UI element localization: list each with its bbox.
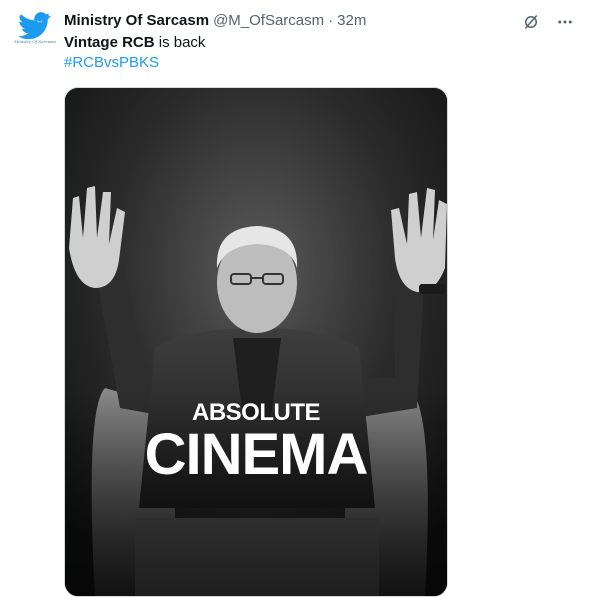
bird-logo-icon: MoS [18, 12, 52, 40]
caption-cinema: CINEMA [144, 422, 369, 487]
grok-icon [525, 15, 537, 29]
tweet-text: Vintage RCB is back [64, 32, 577, 53]
avatar[interactable]: MoS Ministry Of Sarcasm [12, 10, 58, 56]
tweet-header: Ministry Of Sarcasm @M_OfSarcasm · 32m [64, 10, 577, 32]
wristwatch [419, 284, 445, 294]
tweet-content: Ministry Of Sarcasm @M_OfSarcasm · 32m V… [64, 10, 577, 73]
meme-photo [65, 88, 447, 596]
tweet-text-bold: Vintage RCB [64, 34, 155, 51]
tweet[interactable]: MoS Ministry Of Sarcasm Ministry Of Sarc… [0, 0, 589, 601]
avatar-caption: Ministry Of Sarcasm [14, 39, 56, 44]
more-button[interactable] [555, 12, 575, 32]
author-name[interactable]: Ministry Of Sarcasm [64, 10, 209, 32]
hashtag-link[interactable]: #RCBvsPBKS [64, 53, 577, 73]
separator-dot: · [328, 12, 334, 29]
svg-text:MoS: MoS [37, 20, 43, 24]
tweet-media[interactable]: ABSOLUTE CINEMA [64, 87, 448, 597]
author-handle[interactable]: @M_OfSarcasm [213, 10, 324, 32]
tweet-actions [521, 12, 575, 32]
tweet-text-rest: is back [154, 34, 206, 51]
grok-button[interactable] [521, 12, 541, 32]
tweet-time[interactable]: 32m [337, 10, 366, 32]
more-icon [558, 20, 572, 24]
